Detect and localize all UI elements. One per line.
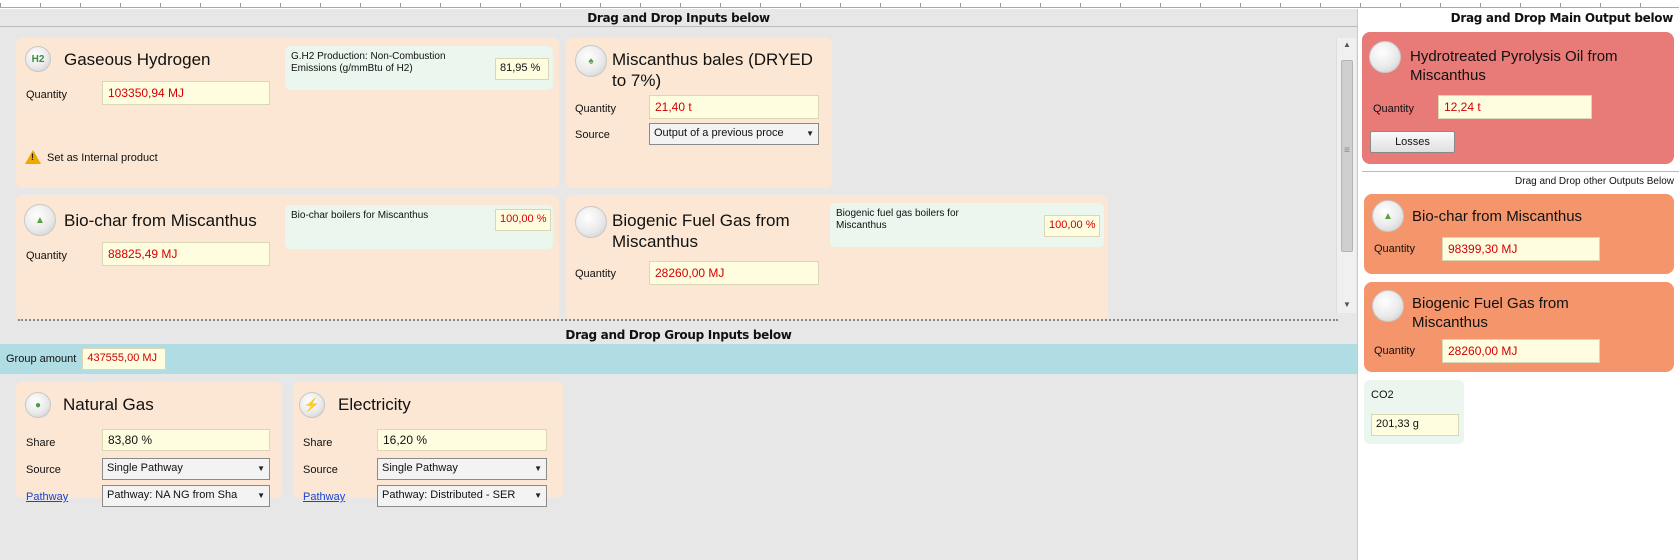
other-output-title: Biogenic Fuel Gas from Miscanthus (1412, 295, 1569, 331)
splitter[interactable] (18, 319, 1338, 321)
emission-box: Bio-char boilers for Miscanthus 100,00 % (285, 205, 553, 249)
pathway-link[interactable]: Pathway (26, 491, 68, 503)
group-amount-bar: Group amount 437555,00 MJ (0, 344, 1357, 374)
natural-gas-icon: ● (25, 392, 51, 418)
pathway-dropdown[interactable]: Pathway: Distributed - SER (377, 485, 547, 507)
other-output-card-biogenic-fuel-gas[interactable]: Biogenic Fuel Gas from Miscanthus Quanti… (1364, 282, 1674, 372)
emission-label: G.H2 Production: Non-Combustion Emission… (291, 51, 446, 74)
other-outputs-header: Drag and Drop other Outputs Below (1515, 176, 1674, 187)
inputs-scrollbar[interactable]: ▲ ≡ ▼ (1336, 38, 1356, 313)
emission-percent[interactable]: 100,00 % (495, 209, 551, 231)
source-dropdown[interactable]: Output of a previous proce (649, 123, 819, 145)
inputs-header: Drag and Drop Inputs below (0, 9, 1357, 27)
pathway-dropdown[interactable]: Pathway: NA NG from Sha (102, 485, 270, 507)
biochar-icon: ▲ (1372, 200, 1404, 232)
h2-icon: H2 (25, 46, 51, 72)
scroll-thumb[interactable] (1341, 60, 1353, 252)
group-amount-field[interactable]: 437555,00 MJ (82, 348, 167, 370)
source-dropdown[interactable]: Single Pathway (377, 458, 547, 480)
quantity-label: Quantity (1374, 243, 1415, 255)
grip-icon: ≡ (1344, 145, 1350, 156)
input-title: Bio-char from Miscanthus (64, 211, 257, 230)
quantity-field[interactable]: 12,24 t (1438, 95, 1592, 119)
input-card-miscanthus-bales[interactable]: ♠ Miscanthus bales (DRYED to 7%) Quantit… (566, 38, 832, 188)
quantity-field[interactable]: 103350,94 MJ (102, 81, 270, 105)
group-amount-label: Group amount (6, 353, 77, 365)
warning-icon (25, 150, 41, 164)
plant-icon: ♠ (575, 45, 607, 77)
top-ruler (0, 0, 1679, 8)
inputs-area: H2 Gaseous Hydrogen Quantity 103350,94 M… (0, 30, 1342, 320)
emission-percent[interactable]: 81,95 % (495, 58, 549, 80)
quantity-label: Quantity (575, 103, 616, 115)
other-output-card-bio-char[interactable]: ▲ Bio-char from Miscanthus Quantity 9839… (1364, 194, 1674, 274)
emission-box: Biogenic fuel gas boilers for Miscanthus… (830, 203, 1104, 247)
share-label: Share (303, 437, 333, 449)
output-divider (1362, 171, 1679, 172)
quantity-field[interactable]: 28260,00 MJ (649, 261, 819, 285)
source-label: Source (26, 464, 61, 476)
input-title: Miscanthus bales (DRYED to 7%) (612, 50, 813, 90)
main-output-card[interactable]: Hydrotreated Pyrolysis Oil from Miscanth… (1362, 32, 1674, 164)
source-label: Source (303, 464, 338, 476)
scroll-up-icon[interactable]: ▲ (1343, 40, 1351, 49)
emission-box: G.H2 Production: Non-Combustion Emission… (285, 46, 553, 90)
empty-circle-icon (1372, 290, 1404, 322)
emission-label: Bio-char boilers for Miscanthus (291, 210, 429, 221)
group-item-title: Electricity (338, 395, 411, 414)
share-label: Share (26, 437, 56, 449)
main-output-header: Drag and Drop Main Output below (1450, 11, 1674, 25)
pathway-link[interactable]: Pathway (303, 491, 345, 503)
co2-value[interactable]: 201,33 g (1371, 414, 1459, 436)
group-inputs-header: Drag and Drop Group Inputs below (565, 328, 792, 342)
share-field[interactable]: 16,20 % (377, 429, 547, 451)
emission-percent[interactable]: 100,00 % (1044, 215, 1100, 237)
share-field[interactable]: 83,80 % (102, 429, 270, 451)
scroll-down-icon[interactable]: ▼ (1343, 300, 1351, 309)
group-card-electricity[interactable]: ⚡ Electricity Share 16,20 % Source Singl… (293, 382, 563, 507)
quantity-field[interactable]: 21,40 t (649, 95, 819, 119)
input-title: Gaseous Hydrogen (64, 50, 211, 69)
other-output-title: Bio-char from Miscanthus (1412, 208, 1583, 225)
group-card-natural-gas[interactable]: ● Natural Gas Share 83,80 % Source Singl… (16, 382, 282, 507)
lightning-icon: ⚡ (299, 392, 325, 418)
losses-button[interactable]: Losses (1370, 131, 1455, 153)
internal-product-toggle[interactable]: Set as Internal product (47, 152, 158, 164)
empty-circle-icon (1369, 41, 1401, 73)
co2-emission-box: CO2 201,33 g (1364, 380, 1464, 444)
main-output-title: Hydrotreated Pyrolysis Oil from Miscanth… (1410, 48, 1618, 84)
quantity-field[interactable]: 28260,00 MJ (1442, 339, 1600, 363)
source-dropdown[interactable]: Single Pathway (102, 458, 270, 480)
quantity-label: Quantity (26, 250, 67, 262)
group-item-title: Natural Gas (63, 395, 154, 414)
emission-label: Biogenic fuel gas boilers for Miscanthus (836, 208, 959, 231)
quantity-label: Quantity (1373, 103, 1414, 115)
quantity-label: Quantity (26, 89, 67, 101)
quantity-field[interactable]: 98399,30 MJ (1442, 237, 1600, 261)
biochar-icon: ▲ (24, 204, 56, 236)
input-title: Biogenic Fuel Gas from Miscanthus (612, 211, 790, 251)
input-card-gaseous-hydrogen[interactable]: H2 Gaseous Hydrogen Quantity 103350,94 M… (16, 38, 559, 188)
input-card-biogenic-fuel-gas[interactable]: Biogenic Fuel Gas from Miscanthus Quanti… (566, 195, 1108, 320)
empty-circle-icon (575, 206, 607, 238)
quantity-label: Quantity (575, 268, 616, 280)
quantity-field[interactable]: 88825,49 MJ (102, 242, 270, 266)
quantity-label: Quantity (1374, 345, 1415, 357)
co2-label: CO2 (1371, 389, 1394, 401)
input-card-bio-char[interactable]: ▲ Bio-char from Miscanthus Quantity 8882… (16, 195, 559, 320)
source-label: Source (575, 129, 610, 141)
